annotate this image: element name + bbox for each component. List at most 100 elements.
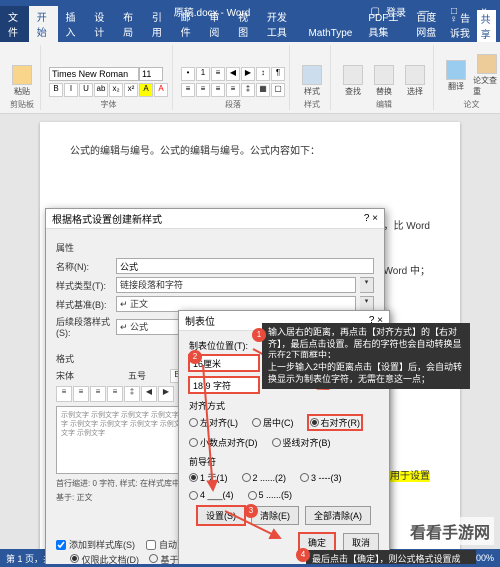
only-doc-radio[interactable]: 仅限此文档(D): [70, 553, 139, 564]
callout-3: 最后点击【确定】，则公式格式设置成功；: [306, 550, 476, 564]
font-size-select[interactable]: [139, 67, 163, 81]
translate-button[interactable]: 翻译: [442, 60, 470, 92]
sort-button[interactable]: ↕: [256, 67, 270, 81]
add-to-gallery-checkbox[interactable]: [56, 540, 66, 550]
tab-mailings[interactable]: 邮件: [173, 6, 202, 42]
dialog2-title: 制表位: [185, 313, 215, 328]
leader-4-radio[interactable]: 4 ___(4): [189, 490, 234, 500]
italic-button[interactable]: I: [64, 83, 78, 97]
paste-button[interactable]: 粘贴: [8, 65, 36, 97]
sub-button[interactable]: x₂: [109, 83, 123, 97]
borders-button[interactable]: ▢: [271, 83, 285, 97]
set-button[interactable]: 设置(S): [197, 506, 245, 525]
bold-button[interactable]: B: [49, 83, 63, 97]
align-bar-radio[interactable]: 竖线对齐(B): [272, 436, 331, 449]
strike-button[interactable]: ab: [94, 83, 108, 97]
dialog1-titlebar[interactable]: 根据格式设置创建新样式 ? ×: [46, 209, 384, 229]
format-align-left[interactable]: ≡: [56, 386, 72, 402]
tabpos-list[interactable]: 18.9 字符: [189, 377, 259, 393]
document-area: 公式的编辑与编号。公式的编辑与编号。公式内容如下： 式编辑器，比 Word 在 …: [0, 114, 500, 564]
highlight-button[interactable]: A: [139, 83, 153, 97]
align-left-button[interactable]: ≡: [181, 83, 195, 97]
tab-developer[interactable]: 开发工具: [259, 6, 301, 42]
tab-layout[interactable]: 布局: [115, 6, 144, 42]
indent-inc-button[interactable]: ▶: [241, 67, 255, 81]
annotation-badge-1: 1: [252, 328, 266, 342]
numbering-button[interactable]: 1: [196, 67, 210, 81]
tab-file[interactable]: 文件: [0, 6, 29, 42]
clear-all-button[interactable]: 全部清除(A): [305, 506, 371, 525]
name-input[interactable]: [116, 258, 374, 274]
find-icon: [343, 65, 363, 85]
format-justify[interactable]: ≡: [107, 386, 123, 402]
auto-update-checkbox[interactable]: [146, 540, 156, 550]
leader-5-radio[interactable]: 5 ......(5): [248, 490, 293, 500]
tab-mathtype[interactable]: MathType: [300, 25, 360, 42]
tab-design[interactable]: 设计: [86, 6, 115, 42]
align-right-radio[interactable]: 右对齐(R): [308, 415, 363, 430]
align-center-radio[interactable]: 居中(C): [252, 415, 294, 430]
tab-home[interactable]: 开始: [29, 6, 58, 42]
tab-baidu[interactable]: 百度网盘: [408, 6, 450, 42]
leader-1-radio[interactable]: 1 无(1): [189, 471, 228, 484]
annotation-badge-2: 2: [188, 350, 202, 364]
tab-pdf[interactable]: PDF工具集: [360, 6, 408, 42]
align-decimal-radio[interactable]: 小数点对齐(D): [189, 436, 258, 449]
leader-3-radio[interactable]: 3 ----(3): [300, 471, 342, 484]
share-button[interactable]: 共享: [477, 10, 496, 42]
ribbon-tabs: 文件 开始 插入 设计 布局 引用 邮件 审阅 视图 开发工具 MathType…: [0, 22, 500, 42]
watermark: 看看手游网: [406, 517, 494, 545]
base-label: 样式基准(B):: [56, 298, 112, 311]
align-group-label: 对齐方式: [189, 399, 379, 412]
add-to-gallery-label: 添加到样式库(S): [69, 538, 135, 551]
font-color-button[interactable]: A: [154, 83, 168, 97]
replace-button[interactable]: 替换: [370, 65, 398, 97]
body-text-line: 公式的编辑与编号。公式的编辑与编号。公式内容如下：: [70, 144, 430, 159]
tab-references[interactable]: 引用: [144, 6, 173, 42]
type-dropdown-icon[interactable]: ▾: [360, 277, 374, 293]
underline-button[interactable]: U: [79, 83, 93, 97]
indent-dec-button[interactable]: ◀: [226, 67, 240, 81]
find-button[interactable]: 查找: [339, 65, 367, 97]
font-name-select[interactable]: [49, 67, 139, 81]
name-label: 名称(N):: [56, 260, 112, 273]
format-font-select[interactable]: 宋体: [56, 369, 126, 383]
show-marks-button[interactable]: ¶: [271, 67, 285, 81]
format-line-space[interactable]: ‡: [124, 386, 140, 402]
format-indent-dec[interactable]: ◀: [141, 386, 157, 402]
align-left-radio[interactable]: 左对齐(L): [189, 415, 238, 430]
group-styles: 样式 样式: [294, 45, 331, 110]
leader-2-radio[interactable]: 2 ......(2): [242, 471, 287, 484]
group-clipboard: 粘贴 剪贴板: [4, 45, 41, 110]
styles-icon: [302, 65, 322, 85]
tab-view[interactable]: 视图: [230, 6, 259, 42]
dialog1-help-icon[interactable]: ? ×: [364, 213, 378, 224]
translate-icon: [446, 60, 466, 80]
align-right-button[interactable]: ≡: [211, 83, 225, 97]
type-select[interactable]: 链接段落和字符: [116, 277, 356, 293]
align-center-button[interactable]: ≡: [196, 83, 210, 97]
bullets-button[interactable]: •: [181, 67, 195, 81]
select-button[interactable]: 选择: [401, 65, 429, 97]
tab-insert[interactable]: 插入: [58, 6, 87, 42]
tell-me[interactable]: ♀ 告诉我: [450, 10, 473, 42]
format-align-center[interactable]: ≡: [73, 386, 89, 402]
lunwen-button[interactable]: 论文查重: [473, 54, 500, 97]
format-align-right[interactable]: ≡: [90, 386, 106, 402]
sup-button[interactable]: x²: [124, 83, 138, 97]
clear-button[interactable]: 清除(E): [251, 506, 299, 525]
type-label: 样式类型(T):: [56, 279, 112, 292]
annotation-badge-3: 3: [244, 504, 258, 518]
lunwen-icon: [477, 54, 497, 74]
justify-button[interactable]: ≡: [226, 83, 240, 97]
format-indent-inc[interactable]: ▶: [158, 386, 174, 402]
shading-button[interactable]: ▦: [256, 83, 270, 97]
line-spacing-button[interactable]: ‡: [241, 83, 255, 97]
dialog1-title: 根据格式设置创建新样式: [52, 211, 162, 226]
paste-icon: [12, 65, 32, 85]
group-paragraph: • 1 ≡ ◀ ▶ ↕ ¶ ≡ ≡ ≡ ≡ ‡ ▦ ▢ 段落: [177, 45, 290, 110]
tab-review[interactable]: 审阅: [201, 6, 230, 42]
styles-button[interactable]: 样式: [298, 65, 326, 97]
format-size-select[interactable]: 五号: [128, 369, 168, 383]
multilevel-button[interactable]: ≡: [211, 67, 225, 81]
